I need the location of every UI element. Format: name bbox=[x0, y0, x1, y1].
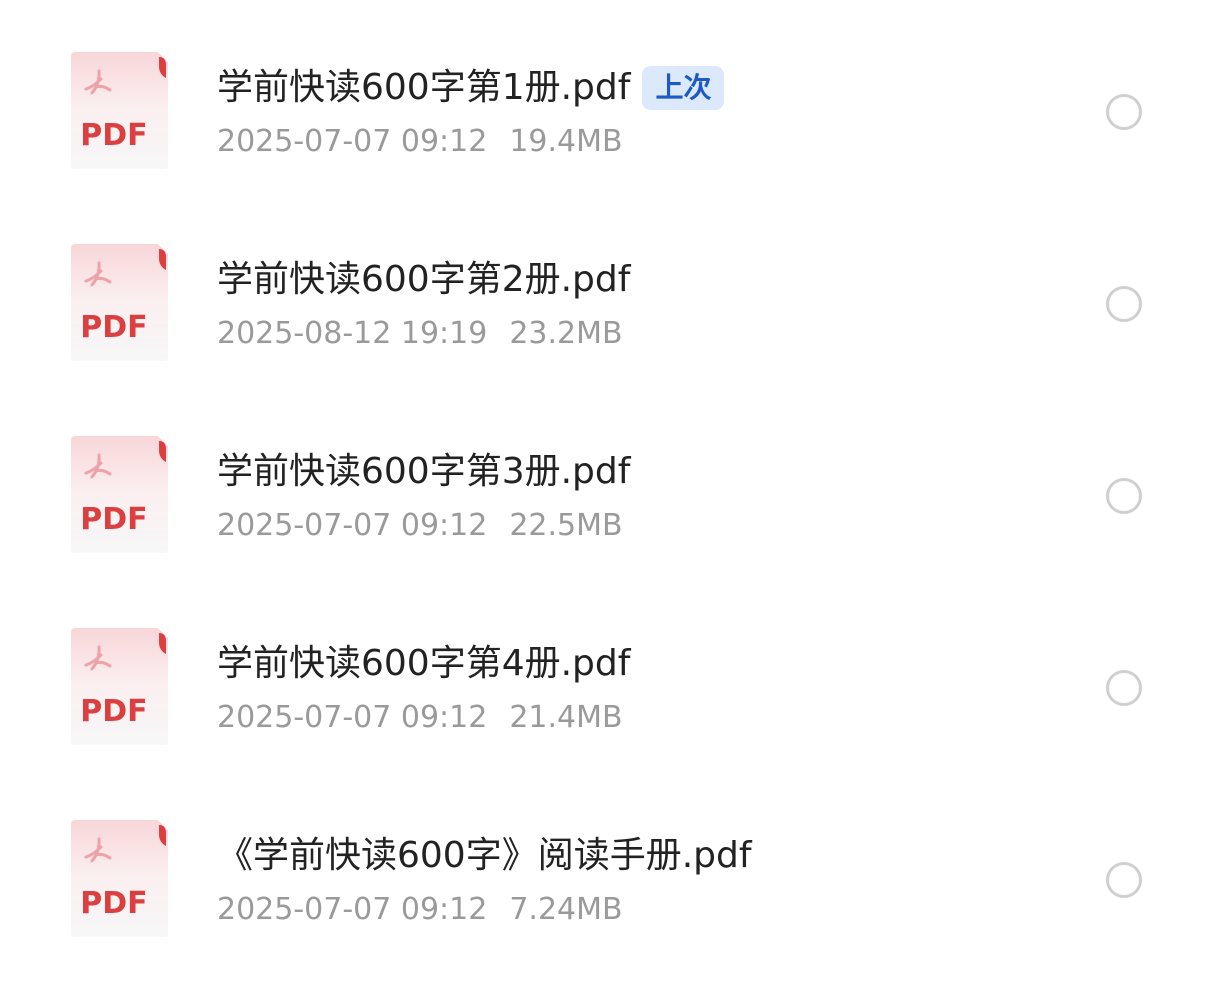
radio-unchecked-icon[interactable] bbox=[1106, 478, 1142, 514]
file-row[interactable]: PDF 学前快读600字第1册.pdf 上次 2025-07-07 09:12 1… bbox=[0, 30, 1220, 190]
file-info: 学前快读600字第2册.pdf 2025-08-12 19:19 23.2MB bbox=[217, 248, 1067, 358]
file-meta: 2025-07-07 09:12 19.4MB bbox=[217, 122, 623, 162]
file-size: 22.5MB bbox=[509, 508, 623, 543]
file-meta: 2025-08-12 19:19 23.2MB bbox=[217, 314, 623, 354]
file-meta: 2025-07-07 09:12 22.5MB bbox=[217, 506, 623, 546]
radio-unchecked-icon[interactable] bbox=[1106, 286, 1142, 322]
file-name: 《学前快读600字》阅读手册.pdf bbox=[217, 835, 752, 876]
file-row[interactable]: PDF 《学前快读600字》阅读手册.pdf 2025-07-07 09:12 7… bbox=[0, 798, 1220, 958]
file-size: 19.4MB bbox=[509, 124, 623, 159]
file-date: 2025-07-07 09:12 bbox=[217, 700, 488, 735]
pdf-file-icon: PDF bbox=[70, 818, 170, 938]
pdf-label: PDF bbox=[80, 310, 147, 345]
file-title-line: 学前快读600字第2册.pdf bbox=[217, 256, 630, 304]
file-info: 学前快读600字第4册.pdf 2025-07-07 09:12 21.4MB bbox=[217, 632, 1067, 742]
file-name: 学前快读600字第3册.pdf bbox=[217, 451, 631, 492]
radio-unchecked-icon[interactable] bbox=[1106, 670, 1142, 706]
file-row[interactable]: PDF 学前快读600字第4册.pdf 2025-07-07 09:12 21.4… bbox=[0, 606, 1220, 766]
pdf-label: PDF bbox=[80, 118, 147, 153]
file-name: 学前快读600字第1册.pdf bbox=[217, 67, 631, 108]
file-name: 学前快读600字第4册.pdf bbox=[217, 643, 631, 684]
radio-unchecked-icon[interactable] bbox=[1106, 94, 1142, 130]
pdf-label: PDF bbox=[80, 886, 147, 921]
file-size: 7.24MB bbox=[509, 892, 623, 927]
file-info: 学前快读600字第3册.pdf 2025-07-07 09:12 22.5MB bbox=[217, 440, 1067, 550]
radio-unchecked-icon[interactable] bbox=[1106, 862, 1142, 898]
pdf-label: PDF bbox=[80, 502, 147, 537]
pdf-file-icon: PDF bbox=[70, 50, 170, 170]
file-date: 2025-07-07 09:12 bbox=[217, 508, 488, 543]
pdf-label: PDF bbox=[80, 694, 147, 729]
file-meta: 2025-07-07 09:12 7.24MB bbox=[217, 890, 623, 930]
file-title-line: 学前快读600字第3册.pdf bbox=[217, 448, 630, 496]
file-date: 2025-08-12 19:19 bbox=[217, 316, 488, 351]
file-name: 学前快读600字第2册.pdf bbox=[217, 259, 631, 300]
file-info: 学前快读600字第1册.pdf 上次 2025-07-07 09:12 19.4M… bbox=[217, 56, 1067, 166]
file-title-line: 学前快读600字第4册.pdf bbox=[217, 640, 630, 688]
file-date: 2025-07-07 09:12 bbox=[217, 124, 488, 159]
file-size: 23.2MB bbox=[509, 316, 623, 351]
file-info: 《学前快读600字》阅读手册.pdf 2025-07-07 09:12 7.24M… bbox=[217, 824, 1067, 934]
pdf-file-icon: PDF bbox=[70, 242, 170, 362]
file-row[interactable]: PDF 学前快读600字第2册.pdf 2025-08-12 19:19 23.2… bbox=[0, 222, 1220, 382]
file-date: 2025-07-07 09:12 bbox=[217, 892, 488, 927]
file-meta: 2025-07-07 09:12 21.4MB bbox=[217, 698, 623, 738]
file-row[interactable]: PDF 学前快读600字第3册.pdf 2025-07-07 09:12 22.5… bbox=[0, 414, 1220, 574]
file-title-line: 学前快读600字第1册.pdf 上次 bbox=[217, 64, 725, 112]
file-title-line: 《学前快读600字》阅读手册.pdf bbox=[217, 832, 752, 880]
pdf-file-icon: PDF bbox=[70, 434, 170, 554]
file-size: 21.4MB bbox=[509, 700, 623, 735]
pdf-file-icon: PDF bbox=[70, 626, 170, 746]
last-opened-badge: 上次 bbox=[642, 66, 725, 110]
file-list: PDF 学前快读600字第1册.pdf 上次 2025-07-07 09:12 1… bbox=[0, 0, 1220, 986]
